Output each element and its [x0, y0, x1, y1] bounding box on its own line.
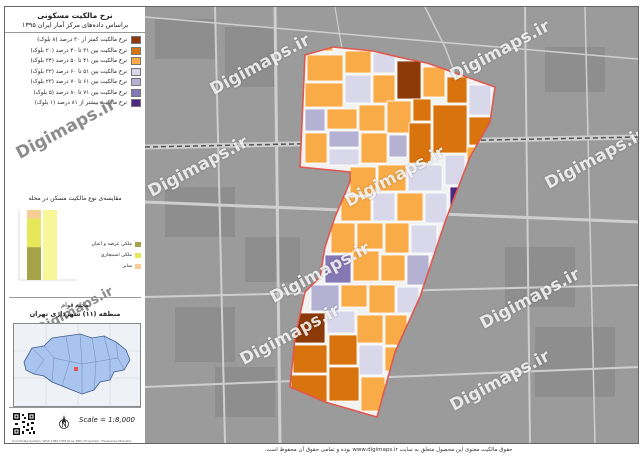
legend-label: نرخ مالکیت بین ۷۱ تا ۸۰ درصد (۵ بلوک)	[33, 89, 127, 96]
block-parcel	[368, 284, 396, 314]
block-parcel	[358, 344, 384, 376]
district-name: منطقه (۱۱) شهرداری تهران	[29, 310, 121, 318]
chart-legend-item: سایر	[75, 261, 141, 272]
legend-item: نرخ مالکیت بین ۳۱ تا ۴۰ درصد (۲۰ بلوک)	[9, 46, 141, 57]
legend-swatch	[131, 88, 141, 97]
chart-bar-total	[43, 210, 57, 280]
block-parcel	[340, 284, 368, 308]
location-inset-map	[13, 323, 141, 407]
block-parcel	[360, 132, 388, 164]
block-parcel	[356, 314, 384, 344]
map-view[interactable]: Digimaps.ir Digimaps.ir Digimaps.ir Digi…	[145, 7, 638, 443]
location-title: محله قوام منطقه (۱۱) شهرداری تهران	[9, 297, 141, 319]
neighborhood-marker	[74, 367, 78, 371]
block-parcel	[386, 100, 412, 134]
chart-legend-item: ملکی استیجاری	[75, 250, 141, 261]
legend-label: نرخ مالکیت بین ۶۱ تا ۷۰ درصد (۲۳ بلوک)	[30, 79, 127, 86]
block-parcel	[326, 108, 358, 130]
block-parcel	[292, 344, 328, 374]
map-title-line2: براساس داده‌های مرکز آمار ایران ۱۳۹۵	[21, 21, 129, 29]
legend-label: نرخ مالکیت کمتر از ۳۰ درصد (۸ بلوک)	[37, 37, 127, 44]
block-parcel	[304, 108, 326, 132]
block-parcel	[306, 54, 344, 82]
neighborhood-name: محله قوام	[61, 301, 89, 309]
block-parcel	[328, 130, 360, 148]
chart-bar-segment	[27, 210, 41, 219]
block-parcel	[372, 74, 396, 104]
map-canvas	[145, 7, 638, 443]
coordinate-system-note: Coordinate System: WGS 1984 UTM Zone 39N…	[12, 439, 132, 443]
legend-item: نرخ مالکیت بین ۵۱ تا ۶۰ درصد (۳۲ بلوک)	[9, 67, 141, 78]
legend-label: نرخ مالکیت بین ۳۱ تا ۴۰ درصد (۲۰ بلوک)	[30, 47, 127, 54]
block-parcel	[388, 134, 408, 158]
chart-legend: ملکی عرصه و اعیان ملکی استیجاری سایر	[75, 239, 141, 272]
block-parcel	[396, 192, 424, 222]
qr-code-icon	[12, 412, 36, 436]
map-credits: Scale = 1:8,000 Coordinate System: WGS 1…	[9, 407, 141, 443]
block-parcel	[422, 66, 446, 98]
map-title-line1: نرخ مالکیت مسکونی	[37, 11, 113, 20]
block-parcel	[328, 366, 360, 402]
block-parcel	[358, 104, 386, 132]
legend-swatch	[131, 36, 141, 45]
copyright-footer: حقوق مالکیت معنوی این محصول متعلق به سای…	[264, 447, 513, 453]
map-title: نرخ مالکیت مسکونی براساس داده‌های مرکز آ…	[5, 7, 145, 33]
legend-label: نرخ مالکیت بین ۵۱ تا ۶۰ درصد (۳۲ بلوک)	[30, 68, 127, 75]
legend-item: نرخ مالکیت بین ۴۱ تا ۵۰ درصد (۳۴ بلوک)	[9, 56, 141, 67]
scale-label: Scale = 1:8,000	[79, 416, 135, 424]
chart-legend-label: سایر	[122, 264, 132, 269]
block-parcel	[424, 192, 448, 224]
legend: نرخ مالکیت کمتر از ۳۰ درصد (۸ بلوک) نرخ …	[5, 33, 145, 111]
chart-legend-label: ملکی استیجاری	[100, 253, 132, 258]
legend-item: نرخ مالکیت بین ۶۱ تا ۷۰ درصد (۲۳ بلوک)	[9, 77, 141, 88]
legend-swatch	[131, 67, 141, 76]
legend-panel: نرخ مالکیت مسکونی براساس داده‌های مرکز آ…	[5, 7, 146, 443]
block-parcel	[380, 254, 406, 282]
block-parcel	[396, 60, 422, 100]
block-parcel	[344, 74, 372, 104]
legend-item: نرخ مالکیت بین ۷۱ تا ۸۰ درصد (۵ بلوک)	[9, 88, 141, 99]
map-frame: نرخ مالکیت مسکونی براساس داده‌های مرکز آ…	[4, 6, 639, 444]
chart-legend-label: ملکی عرصه و اعیان	[91, 242, 132, 247]
legend-swatch	[131, 57, 141, 66]
block-parcel	[412, 98, 432, 122]
block-parcel	[304, 82, 344, 108]
legend-swatch	[131, 99, 141, 108]
north-arrow-icon	[59, 415, 69, 429]
chart-bar-segment	[27, 247, 41, 280]
block-parcel	[384, 222, 410, 254]
legend-label: نرخ مالکیت بین ۴۱ تا ۵۰ درصد (۳۴ بلوک)	[30, 58, 127, 65]
legend-item: نرخ مالکیت بیشتر از ۸۱ درصد (۱ بلوک)	[9, 98, 141, 109]
block-parcel	[328, 148, 360, 166]
block-parcel	[410, 224, 438, 254]
block-parcel	[328, 334, 358, 366]
legend-swatch	[131, 78, 141, 87]
chart-legend-swatch	[135, 264, 141, 269]
chart-legend-swatch	[135, 242, 141, 247]
chart-title: مقایسه‌ی نوع مالکیت مسکن در محله	[28, 195, 122, 202]
chart-legend-item: ملکی عرصه و اعیان	[75, 239, 141, 250]
block-parcel	[304, 132, 328, 164]
legend-swatch	[131, 46, 141, 55]
block-parcel	[468, 84, 492, 116]
chart-bar-segment	[27, 218, 41, 248]
block-parcel	[344, 50, 372, 74]
chart-legend-swatch	[135, 253, 141, 258]
legend-item: نرخ مالکیت کمتر از ۳۰ درصد (۸ بلوک)	[9, 35, 141, 46]
